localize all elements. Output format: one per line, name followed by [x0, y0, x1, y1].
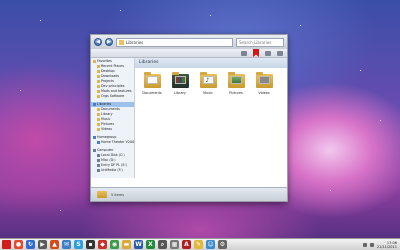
pictures-library-icon	[227, 72, 245, 88]
toolbar	[91, 49, 287, 58]
search-input[interactable]: Search Libraries	[236, 37, 284, 47]
network-icon[interactable]	[362, 242, 367, 247]
library-header: Libraries	[135, 58, 287, 68]
folder-icon	[97, 70, 100, 73]
folder-icon	[97, 118, 100, 121]
word-icon[interactable]: W	[134, 240, 143, 249]
folder-icon	[97, 141, 100, 144]
preview-pane-icon[interactable]	[265, 50, 271, 56]
calculator-icon[interactable]: ▦	[170, 240, 179, 249]
folder-icon	[119, 39, 124, 45]
library-item[interactable]: Videos	[255, 72, 273, 95]
library-item-label: Documents	[142, 91, 162, 95]
nav-item[interactable]: Orgs Software	[91, 94, 134, 99]
homegroup-icon	[93, 136, 96, 139]
details-pane: 5 items	[91, 187, 287, 201]
library-item-label: Music	[203, 91, 213, 95]
folder-icon	[97, 169, 100, 172]
chrome-icon[interactable]: ●	[14, 240, 23, 249]
library-items: Documents Library ♪ Music Pictures Videos	[142, 72, 273, 95]
details-text: 5 items	[111, 192, 125, 197]
view-options-icon[interactable]	[241, 50, 247, 56]
bookmark-flag-icon[interactable]	[253, 49, 259, 57]
folder-icon	[97, 154, 100, 157]
library-item[interactable]: Pictures	[227, 72, 245, 95]
folder-icon[interactable]: ▬	[122, 240, 131, 249]
nav-item[interactable]: Videos	[91, 127, 134, 132]
nav-item[interactable]: UniMedia (F:)	[91, 168, 134, 173]
folder-icon	[97, 113, 100, 116]
skype-icon[interactable]: S	[74, 240, 83, 249]
music-library-icon: ♪	[199, 72, 217, 88]
folder-icon	[97, 128, 100, 131]
volume-icon[interactable]	[369, 242, 374, 247]
folder-icon	[97, 164, 100, 167]
media-icon[interactable]: ▶	[38, 240, 47, 249]
computer-icon	[93, 149, 96, 152]
sync-icon[interactable]: ↻	[26, 240, 35, 249]
map-icon[interactable]: ◉	[110, 240, 119, 249]
folder-icon	[97, 85, 100, 88]
folder-icon	[97, 75, 100, 78]
title-bar: ◀ ▶ Libraries Search Libraries	[91, 35, 287, 49]
library-item-label: Videos	[258, 91, 270, 95]
chat-icon[interactable]: ☺	[206, 240, 215, 249]
address-text: Libraries	[126, 39, 144, 45]
star-icon	[93, 60, 96, 63]
documents-library-icon	[143, 72, 161, 88]
content-pane: Libraries Documents Library ♪ Music Pictures…	[135, 58, 287, 178]
matlab-icon[interactable]: ▲	[50, 240, 59, 249]
folder-icon	[97, 95, 100, 98]
library-item-label: Pictures	[229, 91, 243, 95]
back-button[interactable]: ◀	[94, 38, 102, 46]
address-bar[interactable]: Libraries	[116, 37, 233, 47]
folder-icon	[97, 159, 100, 162]
photo-icon[interactable]: ◆	[98, 240, 107, 249]
library-icon	[93, 103, 96, 106]
taskbar: ● ↻ ▶ ▲ ✉ S ▪ ◆ ◉ ▬ W X ⌕ ▦ A ✎ ☺ ⚙ 17:06 21/11/2011	[0, 238, 400, 250]
notes-icon[interactable]: ✎	[194, 240, 203, 249]
pdf-icon[interactable]: A	[182, 240, 191, 249]
videos-library-icon	[255, 72, 273, 88]
explorer-window: ◀ ▶ Libraries Search Libraries Favorites…	[90, 34, 288, 202]
library-item[interactable]: Library	[171, 72, 189, 95]
help-icon[interactable]	[277, 50, 283, 56]
terminal-icon[interactable]: ▪	[86, 240, 95, 249]
nav-item[interactable]: Home Theater V2008	[91, 140, 134, 145]
folder-icon	[97, 108, 100, 111]
libraries-folder-icon	[97, 191, 107, 198]
folder-icon	[97, 65, 100, 68]
excel-icon[interactable]: X	[146, 240, 155, 249]
clock[interactable]: 17:06 21/11/2011	[377, 241, 397, 249]
search-app-icon[interactable]: ⌕	[158, 240, 167, 249]
navigation-pane: Favorites Recent Places Desktop Downloads P…	[91, 58, 135, 178]
start-button[interactable]	[2, 240, 11, 249]
mail-icon[interactable]: ✉	[62, 240, 71, 249]
library-item-label: Library	[174, 91, 186, 95]
folder-icon	[97, 90, 100, 93]
forward-button[interactable]: ▶	[105, 38, 113, 46]
settings-icon[interactable]: ⚙	[218, 240, 227, 249]
system-tray: 17:06 21/11/2011	[362, 239, 397, 250]
library-item[interactable]: Documents	[142, 72, 162, 95]
folder-icon	[97, 80, 100, 83]
library-item[interactable]: ♪ Music	[199, 72, 217, 95]
books-library-icon	[171, 72, 189, 88]
folder-icon	[97, 123, 100, 126]
